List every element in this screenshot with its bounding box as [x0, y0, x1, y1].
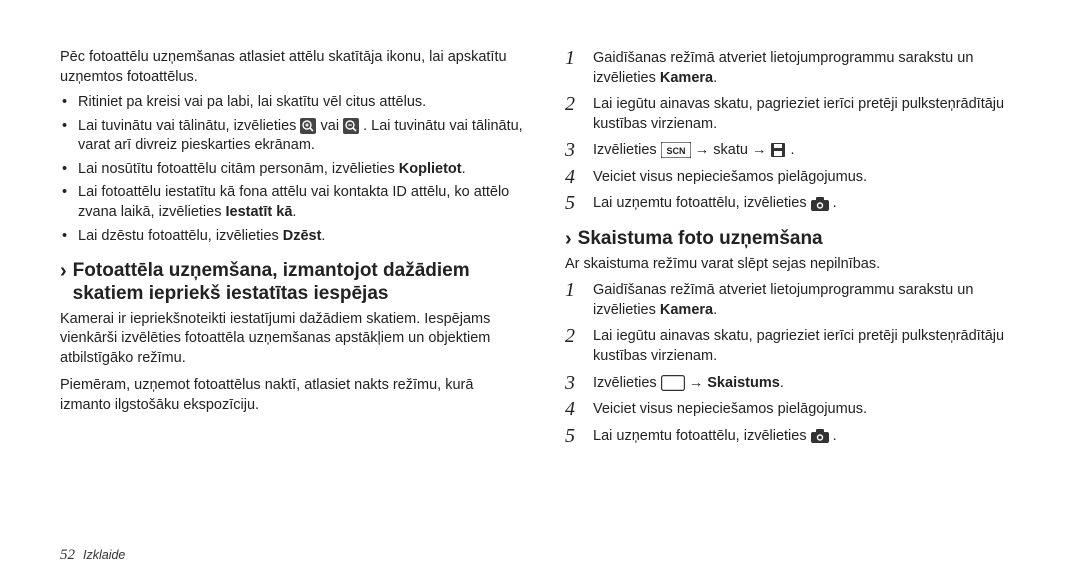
camera-icon: [811, 197, 829, 211]
step-number: 4: [565, 167, 583, 187]
beauty-intro-text: Ar skaistuma režīmu varat slēpt sejas ne…: [565, 255, 1030, 275]
text: Gaidīšanas režīmā atveriet lietojumprogr…: [593, 282, 973, 318]
right-column: 1 Gaidīšanas režīmā atveriet lietojumpro…: [565, 48, 1030, 452]
step-number: 1: [565, 48, 583, 68]
subhead-text: Fotoattēla uzņemšana, izmantojot dažādie…: [73, 260, 525, 306]
bold-text: Iestatīt kā: [226, 204, 293, 220]
body-text: Kamerai ir iepriekšnoteikti iestatījumi …: [60, 310, 525, 369]
text: Lai uzņemtu fotoattēlu, izvēlieties: [593, 428, 811, 444]
steps-list-b: 1 Gaidīšanas režīmā atveriet lietojumpro…: [565, 280, 1030, 446]
text: Lai uzņemtu fotoattēlu, izvēlieties: [593, 195, 811, 211]
list-item: Lai nosūtītu fotoattēlu citām personām, …: [74, 160, 525, 180]
svg-text:SCN: SCN: [666, 146, 685, 156]
section-name: Izklaide: [83, 548, 125, 562]
bold-text: Kamera: [660, 70, 713, 86]
bullet-list: Ritiniet pa kreisi vai pa labi, lai skat…: [60, 93, 525, 246]
text: Veiciet visus nepieciešamos pielāgojumus…: [593, 167, 1030, 188]
step-number: 1: [565, 280, 583, 300]
subheading-beauty: › Skaistuma foto uzņemšana: [565, 228, 1030, 251]
text: Veiciet visus nepieciešamos pielāgojumus…: [593, 399, 1030, 420]
text: .: [713, 302, 717, 318]
page-number: 52: [60, 547, 75, 564]
text: vai: [321, 118, 344, 134]
text: .: [462, 161, 466, 177]
step-item: 1 Gaidīšanas režīmā atveriet lietojumpro…: [565, 48, 1030, 88]
text: Lai iegūtu ainavas skatu, pagrieziet ier…: [593, 94, 1030, 134]
chevron-right-icon: ›: [60, 260, 67, 282]
bold-text: Kamera: [660, 302, 713, 318]
step-number: 5: [565, 193, 583, 213]
subheading-photo-modes: › Fotoattēla uzņemšana, izmantojot dažād…: [60, 260, 525, 306]
text: Lai dzēstu fotoattēlu, izvēlieties: [78, 228, 283, 244]
list-item: Lai tuvinātu vai tālinātu, izvēlieties v…: [74, 117, 525, 156]
text: Izvēlieties: [593, 142, 661, 158]
text: Lai nosūtītu fotoattēlu citām personām, …: [78, 161, 399, 177]
step-item: 2 Lai iegūtu ainavas skatu, pagrieziet i…: [565, 326, 1030, 366]
text: Izvēlieties: [593, 375, 661, 391]
text: Lai iegūtu ainavas skatu, pagrieziet ier…: [593, 326, 1030, 366]
step-number: 3: [565, 140, 583, 160]
page-footer: 52 Izklaide: [60, 547, 125, 564]
text: .: [321, 228, 325, 244]
text: .: [292, 204, 296, 220]
text: Gaidīšanas režīmā atveriet lietojumprogr…: [593, 50, 973, 86]
bold-text: Dzēst: [283, 228, 322, 244]
body-text: Piemēram, uzņemot fotoattēlus naktī, atl…: [60, 376, 525, 415]
list-item: Lai dzēstu fotoattēlu, izvēlieties Dzēst…: [74, 227, 525, 247]
camera-icon: [811, 429, 829, 443]
step-number: 2: [565, 326, 583, 346]
mode-box-icon: [661, 375, 685, 391]
step-item: 4 Veiciet visus nepieciešamos pielāgojum…: [565, 399, 1030, 420]
bold-text: Koplietot: [399, 161, 462, 177]
step-item: 2 Lai iegūtu ainavas skatu, pagrieziet i…: [565, 94, 1030, 134]
step-number: 2: [565, 94, 583, 114]
step-item: 5 Lai uzņemtu fotoattēlu, izvēlieties .: [565, 193, 1030, 214]
text: →: [689, 375, 708, 391]
text: .: [791, 142, 795, 158]
intro-text: Pēc fotoattēlu uzņemšanas atlasiet attēl…: [60, 48, 525, 87]
left-column: Pēc fotoattēlu uzņemšanas atlasiet attēl…: [60, 48, 525, 452]
list-item: Ritiniet pa kreisi vai pa labi, lai skat…: [74, 93, 525, 113]
text: Lai tuvinātu vai tālinātu, izvēlieties: [78, 118, 300, 134]
save-icon: [770, 142, 786, 158]
step-number: 3: [565, 373, 583, 393]
step-item: 5 Lai uzņemtu fotoattēlu, izvēlieties .: [565, 426, 1030, 447]
step-number: 4: [565, 399, 583, 419]
scn-mode-icon: SCN: [661, 142, 691, 158]
subhead-text: Skaistuma foto uzņemšana: [578, 228, 823, 251]
text: .: [833, 428, 837, 444]
steps-list-a: 1 Gaidīšanas režīmā atveriet lietojumpro…: [565, 48, 1030, 214]
text: .: [833, 195, 837, 211]
list-item: Lai fotoattēlu iestatītu kā fona attēlu …: [74, 183, 525, 222]
text: → skatu →: [695, 142, 771, 158]
step-number: 5: [565, 426, 583, 446]
bold-text: Skaistums: [707, 375, 780, 391]
chevron-right-icon: ›: [565, 228, 572, 250]
text: .: [713, 70, 717, 86]
step-item: 4 Veiciet visus nepieciešamos pielāgojum…: [565, 167, 1030, 188]
step-item: 1 Gaidīšanas režīmā atveriet lietojumpro…: [565, 280, 1030, 320]
step-item: 3 Izvēlieties → Skaistums.: [565, 373, 1030, 394]
zoom-in-icon: [300, 118, 316, 134]
text: .: [780, 375, 784, 391]
step-item: 3 Izvēlieties SCN → skatu → .: [565, 140, 1030, 161]
zoom-out-icon: [343, 118, 359, 134]
